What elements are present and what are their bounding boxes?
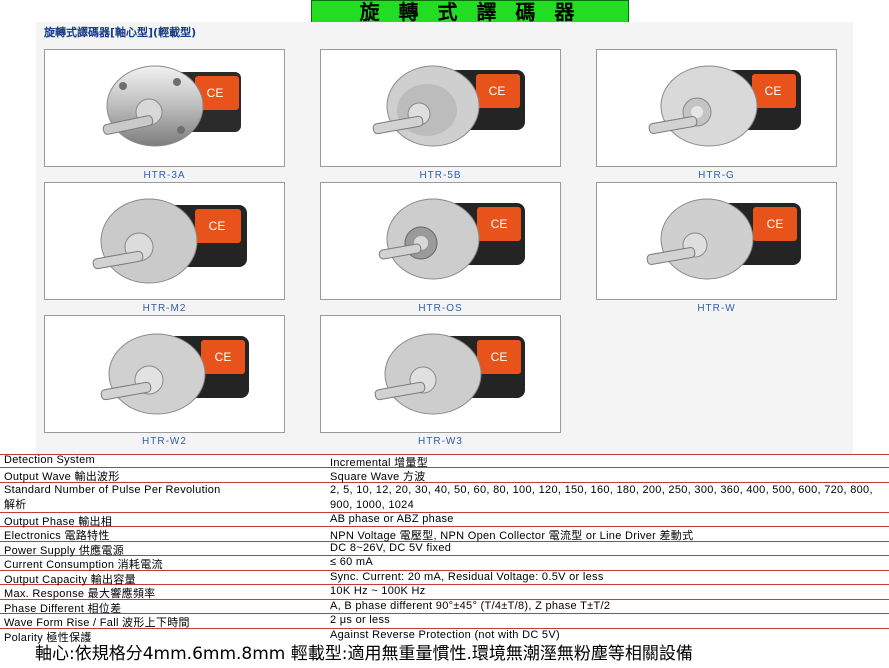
footnote: 軸心:依規格分4mm.6mm.8mm 輕載型:適用無重量慣性.環境無潮溼無粉塵等… bbox=[35, 644, 693, 664]
rotary-encoder-photo: CE bbox=[646, 198, 801, 280]
product-card-htr-3a[interactable]: CE bbox=[44, 49, 285, 167]
spec-label: Current Consumption 消耗電流 bbox=[4, 559, 163, 571]
rotary-encoder-photo: CE bbox=[102, 65, 241, 147]
spec-row: Current Consumption 消耗電流 ≤ 60 mA bbox=[0, 556, 889, 571]
spec-label: Electronics 電路特性 bbox=[4, 530, 110, 542]
model-label: HTR-3A bbox=[143, 170, 186, 181]
model-label: HTR-W2 bbox=[142, 436, 187, 447]
model-label: HTR-5B bbox=[419, 170, 462, 181]
rotary-encoder-photo: CE bbox=[648, 65, 801, 147]
product-gallery: 旋轉式譯碼器[軸心型](輕載型) CE HTR-3A CE HTR-5B CE … bbox=[36, 22, 853, 455]
spec-row: Output Capacity 輸出容量 Sync. Current: 20 m… bbox=[0, 571, 889, 586]
spec-value: Sync. Current: 20 mA, Residual Voltage: … bbox=[330, 571, 604, 583]
spec-row: Electronics 電路特性 NPN Voltage 電壓型, NPN Op… bbox=[0, 527, 889, 542]
product-card-htr-os[interactable]: CE bbox=[320, 182, 561, 300]
spec-value: A, B phase different 90°±45° (T/4±T/8), … bbox=[330, 600, 611, 612]
spec-row: Wave Form Rise / Fall 波形上下時間 2 μs or les… bbox=[0, 614, 889, 629]
spec-value: 10K Hz ~ 100K Hz bbox=[330, 585, 426, 597]
spec-row: Standard Number of Pulse Per Revolution … bbox=[0, 483, 889, 513]
svg-text:CE: CE bbox=[489, 84, 506, 98]
product-card-htr-w3[interactable]: CE bbox=[320, 315, 561, 433]
spec-value: ≤ 60 mA bbox=[330, 556, 373, 568]
rotary-encoder-photo: CE bbox=[92, 198, 247, 284]
rotary-encoder-photo: CE bbox=[100, 333, 249, 415]
spec-row: Output Wave 輸出波形 Square Wave 方波 bbox=[0, 468, 889, 483]
product-card-htr-g[interactable]: CE bbox=[596, 49, 837, 167]
product-card-htr-w2[interactable]: CE bbox=[44, 315, 285, 433]
spec-label: Standard Number of Pulse Per Revolution … bbox=[4, 484, 221, 511]
spec-value: 2, 5, 10, 12, 20, 30, 40, 50, 60, 80, 10… bbox=[330, 484, 873, 511]
rotary-encoder-photo: CE bbox=[372, 65, 525, 147]
model-label: HTR-G bbox=[698, 170, 735, 181]
product-card-htr-m2[interactable]: CE bbox=[44, 182, 285, 300]
spec-value: Square Wave 方波 bbox=[330, 471, 426, 483]
spec-label: Detection System bbox=[4, 454, 96, 466]
model-label: HTR-W bbox=[697, 303, 736, 314]
spec-row: Power Supply 供應電源 DC 8~26V, DC 5V fixed bbox=[0, 542, 889, 557]
model-label: HTR-W3 bbox=[418, 436, 463, 447]
spec-label: Output Wave 輸出波形 bbox=[4, 471, 120, 483]
page-title: 旋 轉 式 譯 碼 器 bbox=[311, 0, 629, 23]
spec-table: Detection System Incremental 增量型 Output … bbox=[0, 454, 889, 644]
svg-text:CE: CE bbox=[491, 217, 508, 231]
model-label: HTR-M2 bbox=[142, 303, 187, 314]
svg-text:CE: CE bbox=[765, 84, 782, 98]
rotary-encoder-photo: CE bbox=[374, 333, 525, 415]
gallery-heading: 旋轉式譯碼器[軸心型](輕載型) bbox=[44, 26, 197, 39]
svg-text:CE: CE bbox=[767, 217, 784, 231]
spec-value: NPN Voltage 電壓型, NPN Open Collector 電流型 … bbox=[330, 530, 694, 542]
spec-row: Max. Response 最大響應頻率 10K Hz ~ 100K Hz bbox=[0, 585, 889, 600]
svg-text:CE: CE bbox=[491, 350, 508, 364]
spec-row: Detection System Incremental 增量型 bbox=[0, 454, 889, 469]
spec-label: Wave Form Rise / Fall 波形上下時間 bbox=[4, 617, 190, 629]
spec-value: AB phase or ABZ phase bbox=[330, 513, 454, 525]
spec-value: DC 8~26V, DC 5V fixed bbox=[330, 542, 452, 554]
spec-row: Phase Different 相位差 A, B phase different… bbox=[0, 600, 889, 615]
spec-value: 2 μs or less bbox=[330, 614, 391, 626]
svg-text:CE: CE bbox=[209, 219, 226, 233]
spec-row: Output Phase 輸出相 AB phase or ABZ phase bbox=[0, 513, 889, 528]
rotary-encoder-photo: CE bbox=[378, 198, 525, 280]
spec-label: Max. Response 最大響應頻率 bbox=[4, 588, 156, 600]
svg-text:CE: CE bbox=[207, 86, 224, 100]
svg-text:CE: CE bbox=[215, 350, 232, 364]
product-card-htr-w[interactable]: CE bbox=[596, 182, 837, 300]
model-label: HTR-OS bbox=[418, 303, 463, 314]
product-card-htr-5b[interactable]: CE bbox=[320, 49, 561, 167]
